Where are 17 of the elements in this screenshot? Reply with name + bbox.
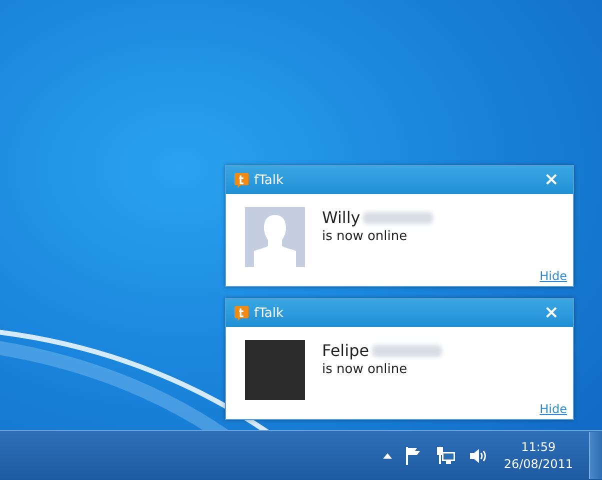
contact-name: Felipe	[322, 341, 370, 360]
status-message: is now online	[322, 362, 408, 377]
close-button[interactable]: ×	[538, 304, 565, 322]
avatar-silhouette-icon	[245, 207, 305, 267]
contact-name: Willy	[322, 208, 360, 227]
clock[interactable]: 11:59 26/08/2011	[500, 440, 577, 471]
photo-placeholder	[245, 340, 305, 400]
network-icon[interactable]	[436, 446, 456, 466]
hide-link[interactable]: Hide	[540, 269, 567, 283]
status-message: is now online	[322, 229, 408, 244]
close-button[interactable]: ×	[538, 171, 565, 189]
hide-link[interactable]: Hide	[540, 402, 567, 416]
show-hidden-icons-icon[interactable]	[382, 452, 392, 458]
app-logo-icon	[234, 304, 249, 322]
app-name: fTalk	[254, 172, 284, 188]
app-logo-icon	[234, 172, 249, 188]
app-name: fTalk	[254, 306, 284, 320]
